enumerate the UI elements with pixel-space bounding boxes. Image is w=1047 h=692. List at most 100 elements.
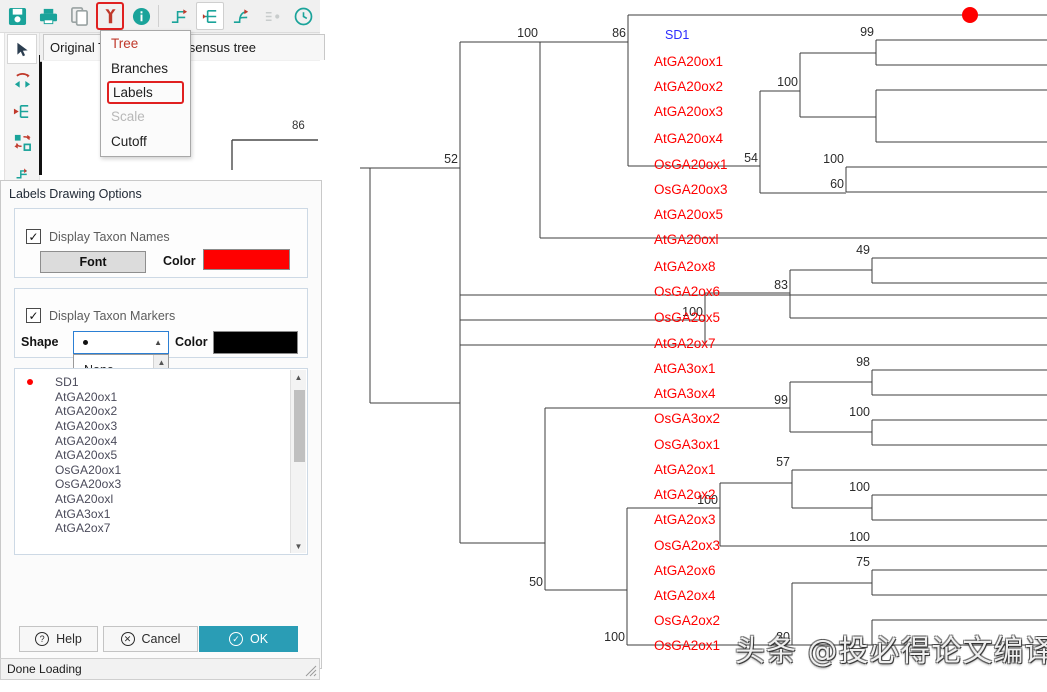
taxon-list-box[interactable]: SD1 AtGA20ox1 AtGA20ox2 AtGA20ox3 AtGA20… (14, 368, 308, 555)
bootstrap-label: 98 (856, 355, 870, 369)
tip-label[interactable]: AtGA20ox5 (654, 207, 723, 222)
menu-item-branches[interactable]: Branches (101, 56, 190, 81)
list-item[interactable]: AtGA2ox7 (23, 521, 307, 536)
tip-label[interactable]: AtGA20ox1 (654, 54, 723, 69)
tip-label[interactable]: AtGA3ox4 (654, 386, 716, 401)
tip-label[interactable]: OsGA20ox3 (654, 182, 728, 197)
list-item[interactable]: AtGA20ox3 (23, 419, 307, 434)
tip-label[interactable]: OsGA2ox1 (654, 638, 720, 653)
list-item-label: SD1 (55, 375, 79, 390)
tip-label[interactable]: AtGA2ox2 (654, 487, 716, 502)
flip-icon[interactable] (7, 65, 37, 95)
subtree-icon[interactable] (7, 96, 37, 126)
display-taxon-names-checkbox[interactable]: ✓ (26, 229, 41, 244)
bootstrap-label: 99 (860, 25, 874, 39)
list-item[interactable]: AtGA20ox1 (23, 390, 307, 405)
bootstrap-label: 83 (774, 278, 788, 292)
font-button[interactable]: Font (40, 251, 146, 273)
info-icon[interactable] (127, 2, 155, 30)
bootstrap-label: 60 (830, 177, 844, 191)
menu-item-tree[interactable]: Tree (101, 31, 190, 56)
display-taxon-names-row[interactable]: ✓ Display Taxon Names (26, 229, 170, 244)
taxon-list-scrollbar[interactable]: ▲ ▼ (290, 370, 306, 553)
tree-curved-icon[interactable] (227, 2, 255, 30)
list-item[interactable]: AtGA3ox1 (23, 506, 307, 521)
print-icon[interactable] (34, 2, 62, 30)
tree-topology-icon[interactable] (165, 2, 193, 30)
filled-circle-icon (83, 340, 88, 345)
tip-label-sd1[interactable]: SD1 (665, 28, 689, 42)
tip-label[interactable]: AtGA3ox1 (654, 361, 716, 376)
marker-color-swatch[interactable] (213, 331, 298, 354)
list-item[interactable]: AtGA20ox4 (23, 433, 307, 448)
list-scroll-up-icon[interactable]: ▲ (291, 370, 306, 384)
marker-shape-label: Shape (21, 335, 59, 349)
list-item[interactable]: AtGA20ox5 (23, 448, 307, 463)
display-taxon-markers-checkbox[interactable]: ✓ (26, 308, 41, 323)
pointer-icon[interactable] (7, 34, 37, 64)
close-icon: ✕ (120, 632, 135, 646)
scroll-up-icon[interactable]: ▲ (154, 355, 169, 369)
list-scroll-down-icon[interactable]: ▼ (291, 539, 306, 553)
tip-label[interactable]: AtGA2ox1 (654, 462, 716, 477)
tip-label[interactable]: OsGA2ox5 (654, 310, 720, 325)
compress-icon[interactable] (7, 127, 37, 157)
tip-label[interactable]: AtGA2ox6 (654, 563, 716, 578)
save-icon[interactable] (3, 2, 31, 30)
ok-button[interactable]: ✓ OK (199, 626, 298, 652)
bootstrap-label: 100 (849, 405, 870, 419)
list-item-label: AtGA20ox1 (55, 389, 118, 404)
tip-label[interactable]: AtGA20ox3 (654, 104, 723, 119)
copy-icon[interactable] (65, 2, 93, 30)
resize-grip-icon[interactable] (305, 665, 317, 677)
marker-shape-combobox[interactable]: ▲ (73, 331, 169, 354)
list-item[interactable]: SD1 (23, 375, 307, 390)
tree-rectangular-icon[interactable] (196, 2, 224, 30)
tip-label[interactable]: AtGA2ox7 (654, 336, 716, 351)
list-scroll-thumb[interactable] (294, 390, 305, 462)
list-item[interactable]: AtGA20ox2 (23, 404, 307, 419)
tip-label[interactable]: AtGA2ox4 (654, 588, 716, 603)
list-item[interactable]: AtGA20oxl (23, 492, 307, 507)
tip-label[interactable]: OsGA2ox6 (654, 284, 720, 299)
help-button[interactable]: ? Help (19, 626, 98, 652)
cancel-button[interactable]: ✕ Cancel (103, 626, 198, 652)
tip-label[interactable]: OsGA3ox2 (654, 411, 720, 426)
display-taxon-markers-row[interactable]: ✓ Display Taxon Markers (26, 308, 175, 323)
menu-item-labels[interactable]: Labels (107, 81, 184, 104)
menu-item-scale: Scale (111, 109, 145, 124)
tip-label[interactable]: AtGA20ox4 (654, 131, 723, 146)
ok-button-label: OK (249, 632, 269, 646)
tree-circle-icon[interactable] (258, 2, 286, 30)
list-item-label: AtGA20oxl (55, 492, 114, 507)
bootstrap-label: 86 (612, 26, 626, 40)
display-taxon-markers-label: Display Taxon Markers (49, 308, 176, 323)
display-taxon-names-label: Display Taxon Names (49, 229, 170, 244)
status-bar: Done Loading (0, 658, 320, 680)
list-item[interactable]: OsGA20ox3 (23, 477, 307, 492)
menu-item-cutoff[interactable]: Cutoff (101, 129, 190, 154)
tip-label[interactable]: OsGA3ox1 (654, 437, 720, 452)
tip-label[interactable]: OsGA20ox1 (654, 157, 728, 172)
main-toolbar (0, 0, 320, 33)
left-tree-branch (231, 139, 318, 170)
tip-label[interactable]: AtGA2ox3 (654, 512, 716, 527)
list-item-label: AtGA3ox1 (55, 506, 111, 521)
wrench-icon[interactable] (96, 2, 124, 30)
taxon-names-color-swatch[interactable] (203, 249, 290, 270)
tip-label[interactable]: AtGA20oxl (654, 232, 719, 247)
tip-label[interactable]: AtGA20ox2 (654, 79, 723, 94)
list-item[interactable]: OsGA20ox1 (23, 463, 307, 478)
bootstrap-label: 100 (849, 480, 870, 494)
list-item-label: AtGA20ox3 (55, 419, 118, 434)
tip-label[interactable]: OsGA2ox2 (654, 613, 720, 628)
tip-label[interactable]: OsGA2ox3 (654, 538, 720, 553)
tip-label[interactable]: AtGA2ox8 (654, 259, 716, 274)
timetree-icon[interactable] (289, 2, 317, 30)
list-item-label: OsGA20ox1 (55, 462, 122, 477)
left-tree-bootstrap-label: 86 (292, 120, 305, 132)
list-item-label: AtGA20ox2 (55, 404, 118, 419)
list-item-label: AtGA20ox5 (55, 448, 118, 463)
bootstrap-label: 75 (856, 555, 870, 569)
status-text: Done Loading (7, 662, 82, 676)
